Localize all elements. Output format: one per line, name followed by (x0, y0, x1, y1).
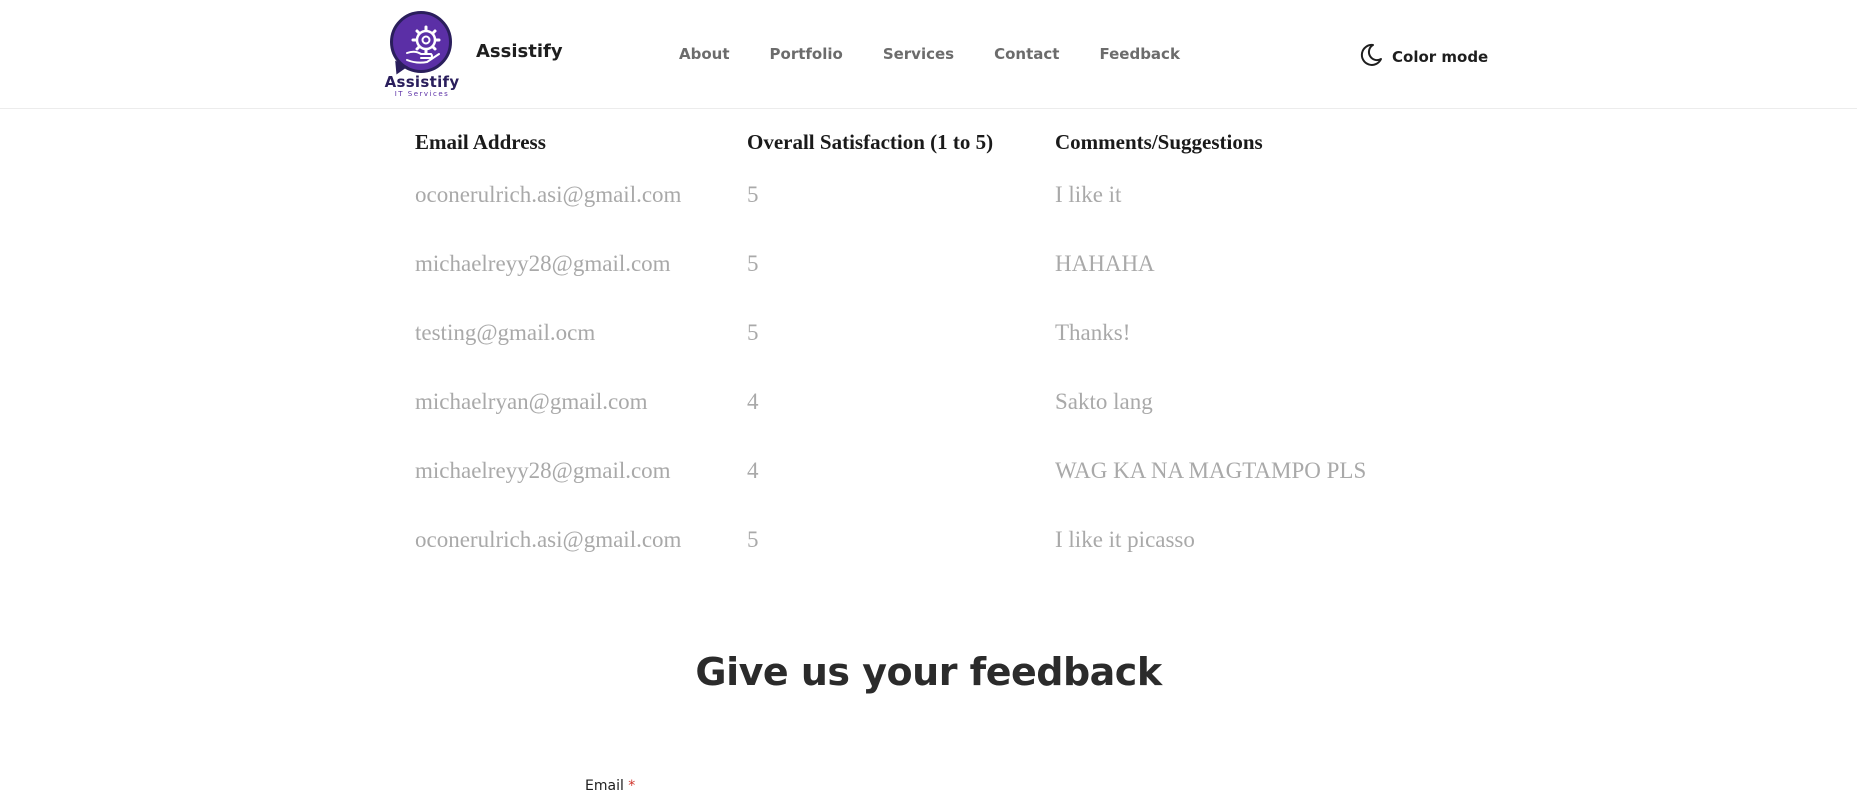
cell-email: michaelryan@gmail.com (415, 388, 648, 414)
cell-comment: WAG KA NA MAGTAMPO PLS (1055, 457, 1367, 483)
table-header-row: Email Address Overall Satisfaction (1 to… (415, 122, 1475, 160)
cell-comment: HAHAHA (1055, 250, 1155, 276)
cell-comment: I like it picasso (1055, 526, 1195, 552)
table-row: michaelreyy28@gmail.com 4 WAG KA NA MAGT… (415, 436, 1475, 505)
table-row: oconerulrich.asi@gmail.com 5 I like it p… (415, 505, 1475, 574)
email-label-text: Email (585, 778, 624, 794)
table-row: oconerulrich.asi@gmail.com 5 I like it (415, 160, 1475, 229)
nav-contact[interactable]: Contact (994, 45, 1059, 63)
moon-icon (1358, 42, 1384, 72)
cell-satisfaction: 5 (747, 250, 759, 276)
cell-email: oconerulrich.asi@gmail.com (415, 181, 682, 207)
brand-name[interactable]: Assistify (476, 41, 563, 62)
color-mode-toggle[interactable]: Color mode (1358, 42, 1488, 72)
nav-about[interactable]: About (679, 45, 730, 63)
required-marker: * (628, 778, 636, 794)
cell-satisfaction: 5 (747, 319, 759, 345)
header-comments: Comments/Suggestions (1055, 130, 1263, 154)
feedback-table: Email Address Overall Satisfaction (1 to… (415, 122, 1475, 574)
table-row: testing@gmail.ocm 5 Thanks! (415, 298, 1475, 367)
feedback-form-title: Give us your feedback (695, 650, 1162, 694)
nav-portfolio[interactable]: Portfolio (770, 45, 843, 63)
cell-email: michaelreyy28@gmail.com (415, 250, 671, 276)
brand-logo[interactable]: Assistify IT Services (382, 11, 462, 99)
cell-email: testing@gmail.ocm (415, 319, 596, 345)
header-satisfaction: Overall Satisfaction (1 to 5) (747, 130, 994, 154)
cell-email: oconerulrich.asi@gmail.com (415, 526, 682, 552)
cell-satisfaction: 5 (747, 526, 759, 552)
cell-comment: I like it (1055, 181, 1122, 207)
table-row: michaelryan@gmail.com 4 Sakto lang (415, 367, 1475, 436)
logo-wordmark: Assistify (384, 73, 460, 91)
nav-services[interactable]: Services (883, 45, 954, 63)
color-mode-label: Color mode (1392, 48, 1489, 66)
logo-subtext: IT Services (394, 90, 450, 98)
cell-satisfaction: 4 (747, 388, 759, 414)
cell-email: michaelreyy28@gmail.com (415, 457, 671, 483)
cell-satisfaction: 4 (747, 457, 759, 483)
main-nav: About Portfolio Services Contact Feedbac… (679, 45, 1220, 63)
cell-comment: Sakto lang (1055, 388, 1153, 414)
top-navbar: Assistify IT Services Assistify About Po… (0, 0, 1857, 109)
nav-feedback[interactable]: Feedback (1099, 45, 1179, 63)
header-email: Email Address (415, 130, 546, 154)
table-row: michaelreyy28@gmail.com 5 HAHAHA (415, 229, 1475, 298)
email-field-label: Email * (585, 778, 635, 794)
cell-comment: Thanks! (1055, 319, 1131, 345)
cell-satisfaction: 5 (747, 181, 759, 207)
